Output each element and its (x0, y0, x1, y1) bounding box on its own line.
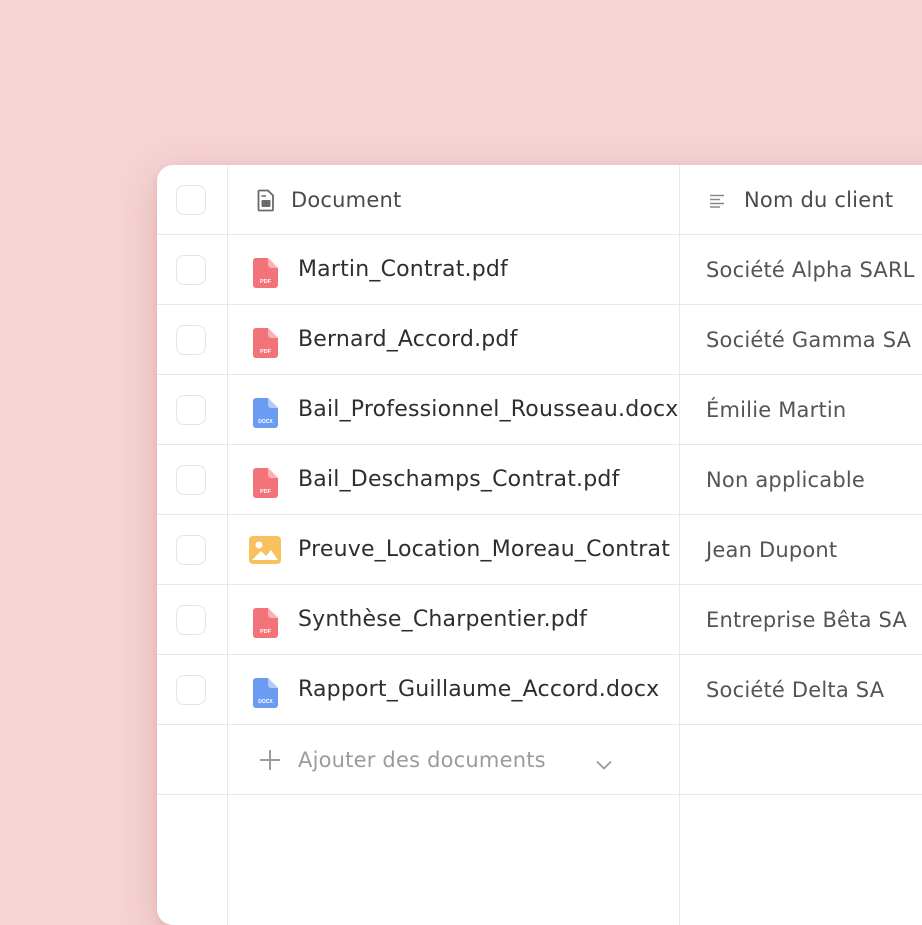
client-name: Jean Dupont (706, 538, 838, 562)
client-cell[interactable]: Non applicable (680, 445, 922, 515)
svg-text:PDF: PDF (260, 349, 272, 355)
client-name: Émilie Martin (706, 398, 847, 422)
client-name: Société Gamma SA (706, 328, 912, 352)
client-column-header[interactable]: Nom du client (744, 165, 893, 235)
table-header: Document Nom du client (157, 165, 922, 235)
chevron-down-icon[interactable] (596, 755, 612, 774)
row-checkbox[interactable] (176, 325, 206, 355)
empty-row (157, 795, 922, 925)
client-name: Société Alpha SARL (706, 258, 915, 282)
column-divider (227, 165, 228, 925)
row-checkbox[interactable] (176, 255, 206, 285)
svg-text:DOCX: DOCX (258, 699, 273, 705)
client-cell[interactable]: Émilie Martin (680, 375, 922, 445)
row-checkbox[interactable] (176, 465, 206, 495)
client-name: Entreprise Bêta SA (706, 608, 908, 632)
document-name: Martin_Contrat.pdf (298, 257, 509, 282)
docx-file-icon: DOCX (253, 678, 278, 712)
client-name: Société Delta SA (706, 678, 885, 702)
pdf-file-icon: PDF (253, 468, 278, 502)
document-cell[interactable]: PDF Bernard_Accord.pdf (227, 305, 679, 375)
document-name: Bail_Professionnel_Rousseau.docx (298, 397, 679, 422)
row-checkbox[interactable] (176, 675, 206, 705)
document-name: Bernard_Accord.pdf (298, 327, 518, 352)
image-file-icon (249, 536, 281, 568)
row-checkbox[interactable] (176, 535, 206, 565)
row-checkbox[interactable] (176, 605, 206, 635)
documents-table: Document Nom du client PDF Martin_Contra… (157, 165, 922, 925)
add-documents-button[interactable]: Ajouter des documents (298, 725, 546, 795)
client-cell[interactable]: Société Delta SA (680, 655, 922, 725)
document-name: Bail_Deschamps_Contrat.pdf (298, 467, 620, 492)
table-row[interactable]: PDF Martin_Contrat.pdf Société Alpha SAR… (157, 235, 922, 305)
pdf-file-icon: PDF (253, 328, 278, 362)
svg-text:DOCX: DOCX (258, 419, 273, 425)
svg-text:PDF: PDF (260, 489, 272, 495)
table-row[interactable]: PDF Synthèse_Charpentier.pdf Entreprise … (157, 585, 922, 655)
document-cell[interactable]: PDF Martin_Contrat.pdf (227, 235, 679, 305)
client-cell[interactable]: Jean Dupont (680, 515, 922, 585)
pdf-file-icon: PDF (253, 608, 278, 642)
document-cell[interactable]: DOCX Rapport_Guillaume_Accord.docx (227, 655, 679, 725)
client-cell[interactable]: Société Alpha SARL (680, 235, 922, 305)
add-documents-row[interactable]: Ajouter des documents (157, 725, 922, 795)
table-row[interactable]: PDF Bernard_Accord.pdf Société Gamma SA (157, 305, 922, 375)
document-cell[interactable]: DOCX Bail_Professionnel_Rousseau.docx (227, 375, 679, 445)
pdf-file-icon: PDF (253, 258, 278, 292)
docx-file-icon: DOCX (253, 398, 278, 432)
client-column-icon (710, 193, 726, 212)
document-column-icon (257, 189, 275, 216)
document-name: Synthèse_Charpentier.pdf (298, 607, 588, 632)
table-row[interactable]: DOCX Rapport_Guillaume_Accord.docx Socié… (157, 655, 922, 725)
document-name: Rapport_Guillaume_Accord.docx (298, 677, 660, 702)
plus-icon (259, 749, 281, 775)
document-column-header[interactable]: Document (291, 165, 401, 235)
table-row[interactable]: Preuve_Location_Moreau_Contrat Jean Dupo… (157, 515, 922, 585)
client-cell[interactable]: Entreprise Bêta SA (680, 585, 922, 655)
svg-text:PDF: PDF (260, 279, 272, 285)
column-divider (679, 165, 680, 925)
table-row[interactable]: PDF Bail_Deschamps_Contrat.pdf Non appli… (157, 445, 922, 515)
document-cell[interactable]: PDF Synthèse_Charpentier.pdf (227, 585, 679, 655)
client-cell[interactable]: Société Gamma SA (680, 305, 922, 375)
svg-text:PDF: PDF (260, 629, 272, 635)
document-name: Preuve_Location_Moreau_Contrat (298, 537, 671, 562)
row-checkbox[interactable] (176, 395, 206, 425)
document-cell[interactable]: PDF Bail_Deschamps_Contrat.pdf (227, 445, 679, 515)
client-name: Non applicable (706, 468, 866, 492)
table-row[interactable]: DOCX Bail_Professionnel_Rousseau.docx Ém… (157, 375, 922, 445)
select-all-checkbox[interactable] (176, 185, 206, 215)
document-cell[interactable]: Preuve_Location_Moreau_Contrat (227, 515, 679, 585)
